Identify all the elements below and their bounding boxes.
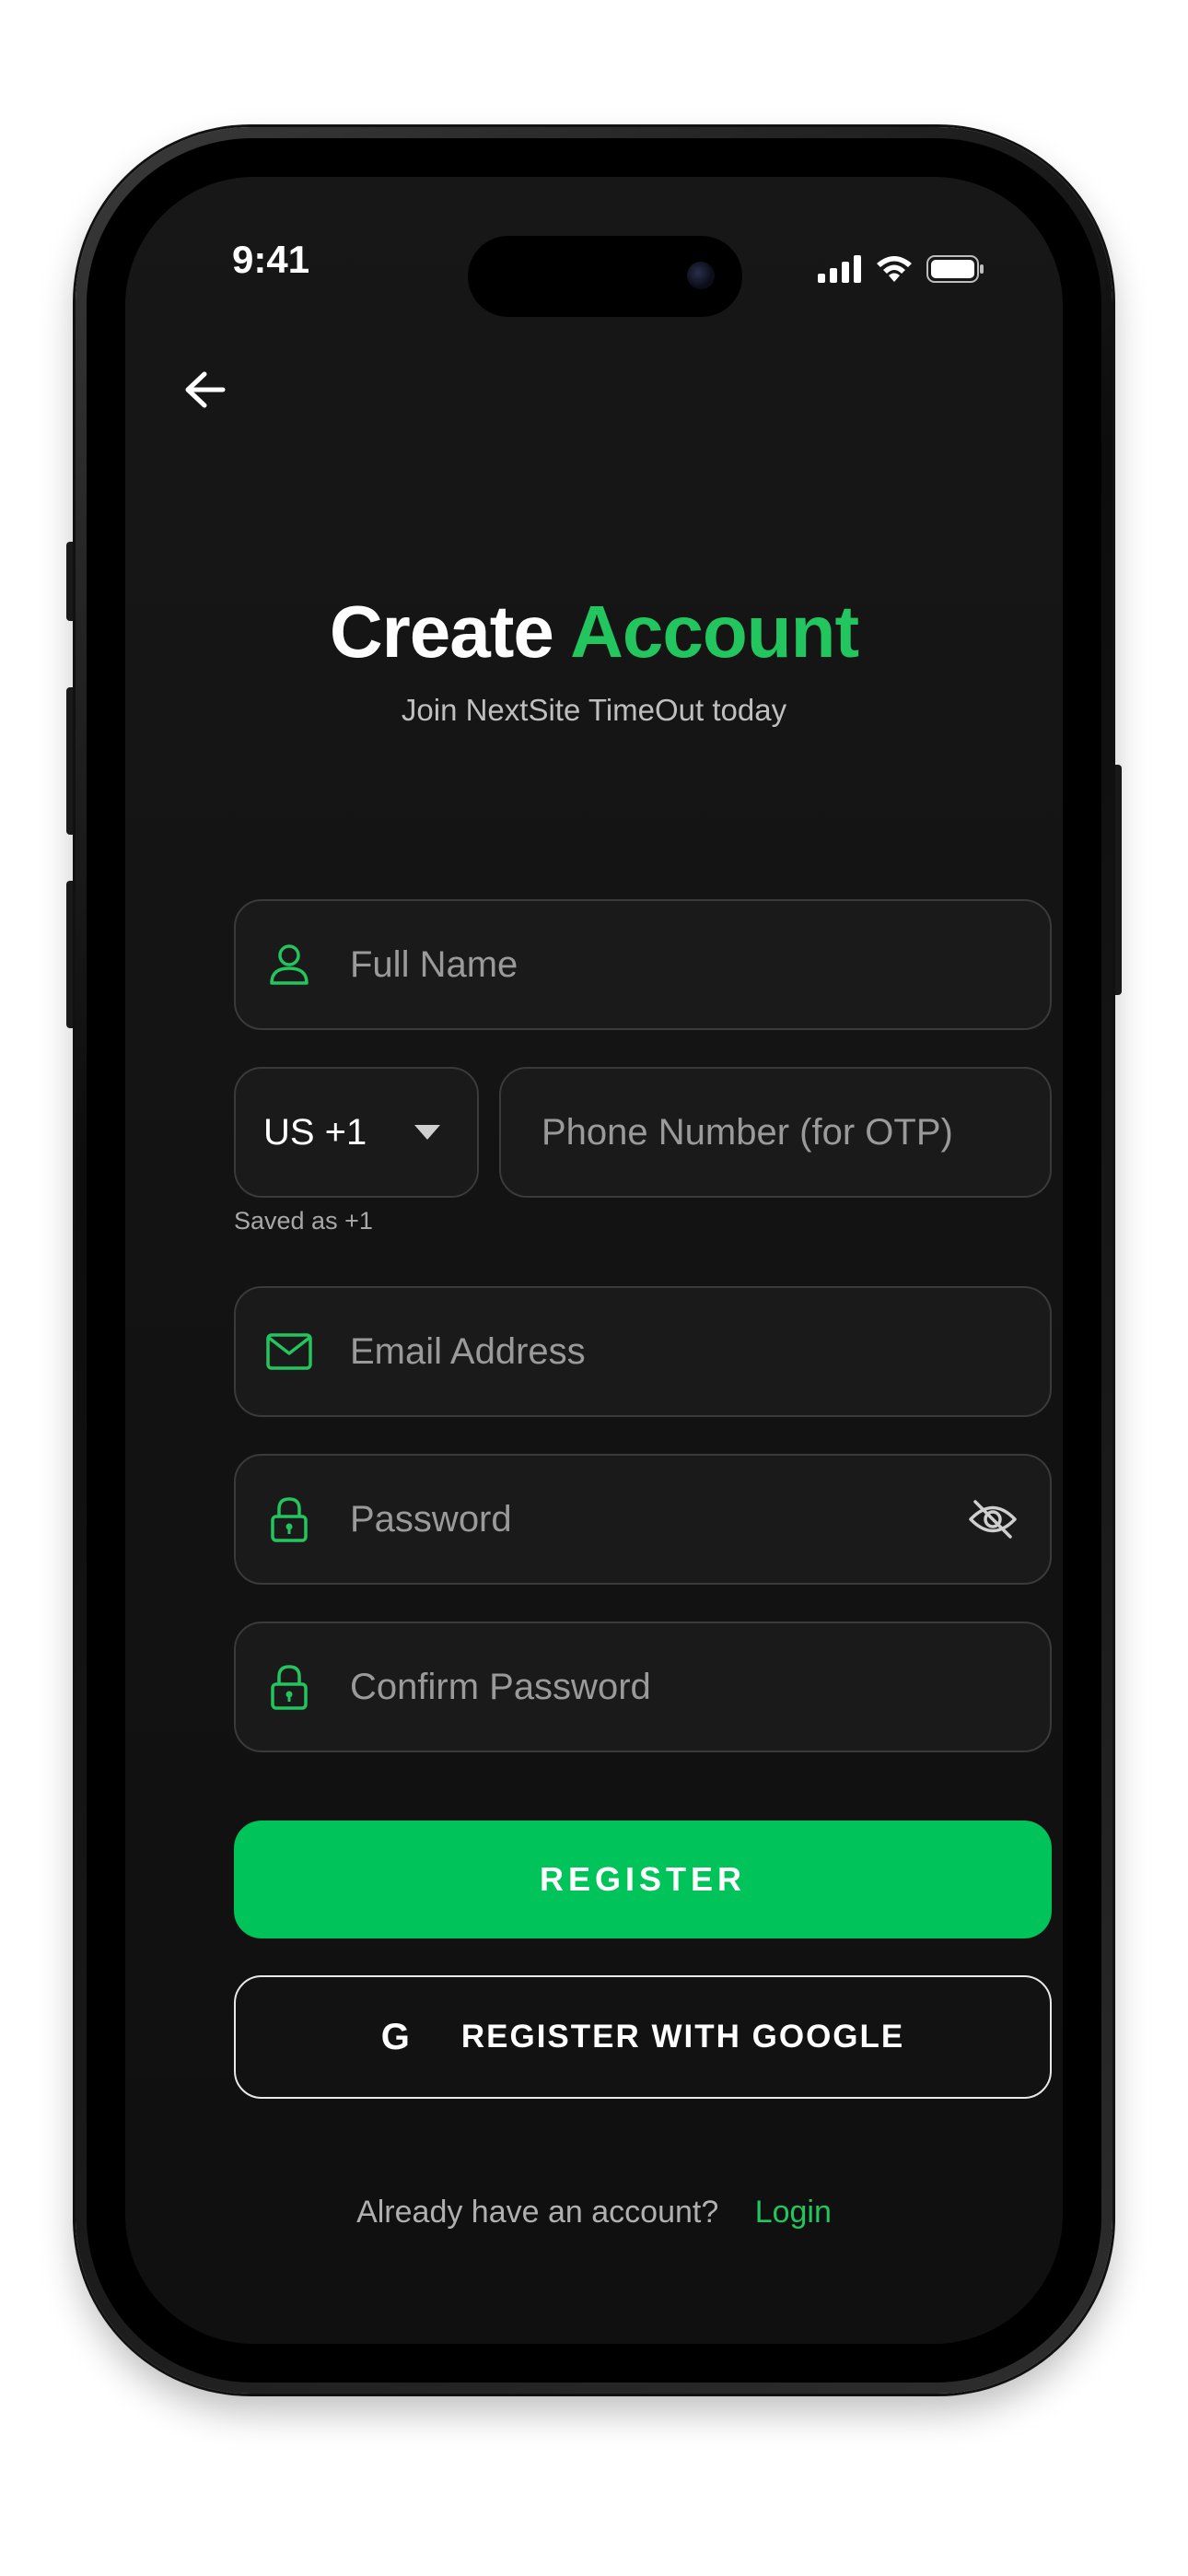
user-icon <box>265 941 313 989</box>
login-prompt-text: Already have an account? <box>356 2195 719 2230</box>
register-button[interactable]: REGISTER <box>234 1821 1052 1938</box>
country-code-select[interactable]: US +1 <box>234 1067 479 1198</box>
caret-down-icon <box>414 1125 440 1140</box>
status-icons <box>818 254 985 284</box>
email-field[interactable]: Email Address <box>234 1286 1052 1417</box>
register-button-label: REGISTER <box>539 1860 747 1898</box>
camera-icon <box>687 262 715 289</box>
phone-helper-text: Saved as +1 <box>234 1207 373 1235</box>
lock-icon <box>265 1663 313 1711</box>
page-title: Create Account <box>125 590 1063 674</box>
full-name-field[interactable]: Full Name <box>234 899 1052 1030</box>
title-part-create: Create <box>329 591 554 673</box>
full-name-placeholder: Full Name <box>350 943 518 985</box>
password-visibility-toggle[interactable] <box>965 1492 1020 1547</box>
password-placeholder: Password <box>350 1498 512 1540</box>
register-with-google-label: REGISTER WITH GOOGLE <box>460 2019 905 2055</box>
mail-icon <box>265 1328 313 1376</box>
eye-off-icon <box>969 1500 1017 1539</box>
signal-icon <box>818 255 861 283</box>
wifi-icon <box>877 256 912 282</box>
app-screen: 9:41 Create Account Join NextSite TimeOu… <box>125 177 1063 2344</box>
title-part-account: Account <box>570 591 859 673</box>
phone-bezel: 9:41 Create Account Join NextSite TimeOu… <box>87 138 1101 2383</box>
google-icon: G <box>380 2016 412 2057</box>
country-code-value: US +1 <box>263 1111 367 1153</box>
page-subtitle: Join NextSite TimeOut today <box>401 693 787 727</box>
battery-icon <box>926 255 984 283</box>
device-mockup: 9:41 Create Account Join NextSite TimeOu… <box>0 0 1188 2576</box>
confirm-password-field[interactable]: Confirm Password <box>234 1622 1052 1752</box>
status-time: 9:41 <box>232 238 310 281</box>
login-link[interactable]: Login <box>755 2195 832 2230</box>
lock-icon <box>265 1495 313 1543</box>
dynamic-island <box>468 236 742 317</box>
email-placeholder: Email Address <box>350 1330 586 1372</box>
phone-frame: 9:41 Create Account Join NextSite TimeOu… <box>76 127 1112 2394</box>
phone-number-placeholder: Phone Number (for OTP) <box>542 1111 953 1153</box>
phone-number-field[interactable]: Phone Number (for OTP) <box>499 1067 1052 1198</box>
register-with-google-button[interactable]: G REGISTER WITH GOOGLE <box>234 1975 1052 2099</box>
login-prompt: Already have an account? Login <box>125 2195 1063 2231</box>
confirm-password-placeholder: Confirm Password <box>350 1666 651 1707</box>
arrow-left-icon <box>185 371 226 408</box>
back-button[interactable] <box>175 359 236 420</box>
password-field[interactable]: Password <box>234 1454 1052 1585</box>
